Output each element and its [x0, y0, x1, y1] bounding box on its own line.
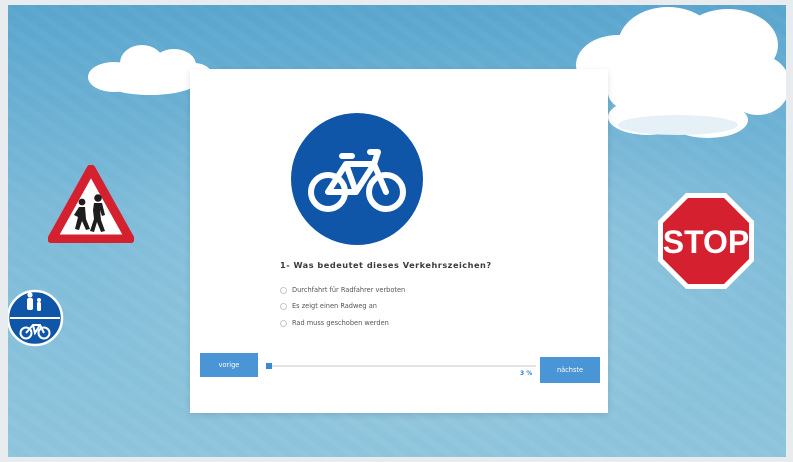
answer-label: Es zeigt einen Radweg an	[292, 302, 377, 310]
quiz-card: 1- Was bedeutet dieses Verkehrszeichen? …	[190, 69, 608, 413]
answer-option-3[interactable]: Rad muss geschoben werden	[280, 319, 389, 327]
stop-sign-text: STOP	[663, 224, 750, 260]
answer-label: Rad muss geschoben werden	[292, 319, 389, 327]
stop-sign-icon: STOP	[658, 193, 754, 289]
answer-option-2[interactable]: Es zeigt einen Radweg an	[280, 302, 377, 310]
answer-label: Durchfahrt für Radfahrer verboten	[292, 286, 406, 294]
answer-option-1[interactable]: Durchfahrt für Radfahrer verboten	[280, 286, 405, 294]
progress-percent: 3 %	[520, 370, 533, 377]
children-warning-sign-icon	[48, 165, 134, 243]
quiz-stage: STOP 1- Was bedeutet dieses Verkehrszeic…	[8, 5, 786, 457]
radio-button[interactable]	[280, 319, 287, 327]
previous-button[interactable]: vorige	[200, 353, 258, 377]
radio-button[interactable]	[280, 302, 287, 310]
shared-path-sign-icon	[8, 289, 64, 347]
radio-button[interactable]	[280, 286, 287, 294]
bicycle-path-sign-icon	[291, 113, 423, 245]
question-text: 1- Was bedeutet dieses Verkehrszeichen?	[280, 260, 492, 270]
progress-fill	[266, 363, 272, 369]
next-button[interactable]: nächste	[540, 357, 600, 383]
progress-bar	[266, 363, 536, 369]
